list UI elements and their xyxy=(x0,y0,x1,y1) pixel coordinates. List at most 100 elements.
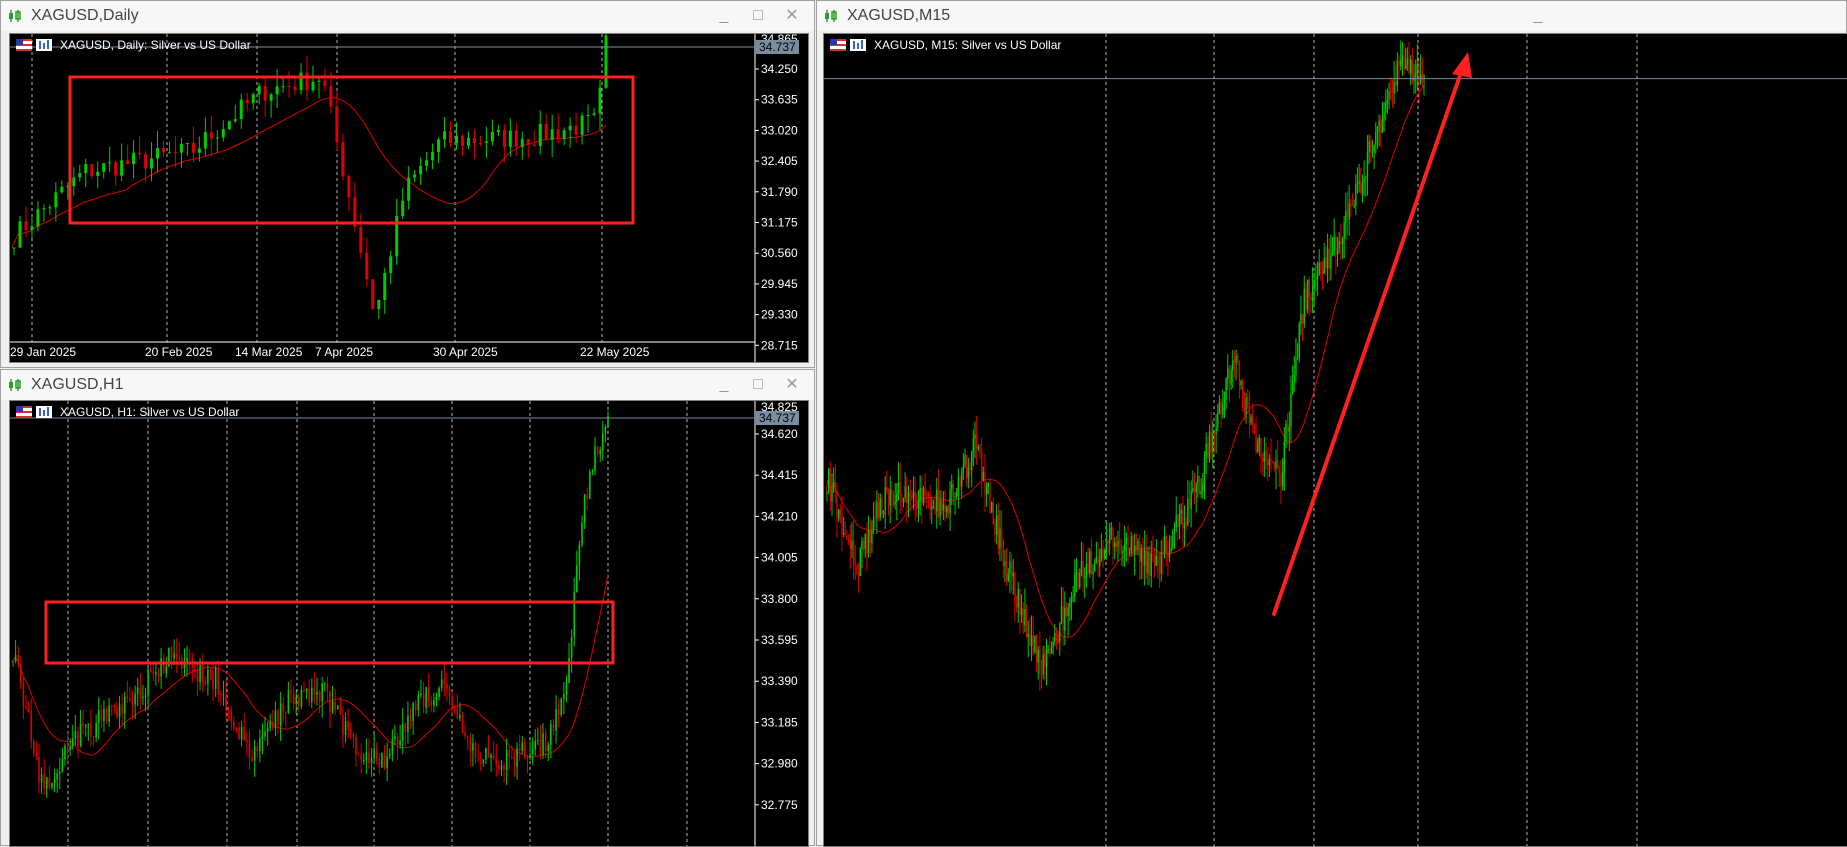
candle-body xyxy=(204,681,207,685)
candle-body xyxy=(1004,561,1006,566)
candle-body xyxy=(197,148,201,153)
m15-chart-canvas[interactable] xyxy=(824,34,1847,846)
candle-body xyxy=(877,501,880,518)
candle-body xyxy=(529,754,531,758)
price-tick-label: 34.620 xyxy=(761,427,798,441)
candle-body xyxy=(246,740,248,742)
candle-body xyxy=(1150,553,1152,576)
maximize-icon[interactable]: □ xyxy=(747,375,769,395)
candle-body xyxy=(594,446,596,471)
candle-body xyxy=(132,152,136,165)
close-icon[interactable]: ✕ xyxy=(781,6,803,26)
candle-body xyxy=(96,171,100,176)
candle-body xyxy=(305,688,308,691)
candle-body xyxy=(316,691,318,695)
candle-body xyxy=(464,733,466,737)
h1-window[interactable]: XAGUSD,H1 _ □ ✕ XAGUSD, H1: Silver vs US… xyxy=(0,369,815,847)
candlestick-icon xyxy=(9,379,21,391)
candle-body xyxy=(460,135,464,146)
candle-body xyxy=(1275,460,1277,469)
candle-body xyxy=(431,152,435,161)
candle-body xyxy=(951,483,953,489)
m15-chart[interactable]: XAGUSD, M15: Silver vs US Dollar xyxy=(823,33,1847,847)
candle-body xyxy=(1012,572,1014,577)
candle-body xyxy=(311,81,315,91)
daily-chart[interactable]: XAGUSD, Daily: Silver vs US Dollar 34.25… xyxy=(9,33,809,363)
candle-body xyxy=(105,708,108,722)
candle-body xyxy=(90,164,94,176)
candle-body xyxy=(25,705,27,709)
daily-titlebar[interactable]: XAGUSD,Daily _ □ ✕ xyxy=(1,1,814,31)
candle-body xyxy=(212,670,214,690)
daily-chart-label: XAGUSD, Daily: Silver vs US Dollar xyxy=(60,38,251,52)
flag-icon xyxy=(16,406,32,418)
h1-chart-canvas[interactable]: 34.620 34.415 34.210 34.005 33.800 33.595 33.3… xyxy=(10,401,808,846)
candle-body xyxy=(1266,461,1269,466)
daily-window[interactable]: XAGUSD,Daily _ □ ✕ XAGUSD, Daily: Silver… xyxy=(0,0,815,368)
h1-chart[interactable]: XAGUSD, H1: Silver vs US Dollar 34.620 34… xyxy=(9,400,809,847)
candle-body xyxy=(1403,55,1405,70)
minimize-icon[interactable]: _ xyxy=(713,375,735,395)
candle-body xyxy=(120,160,124,176)
candle-body xyxy=(167,152,171,154)
candle-body xyxy=(1290,394,1292,428)
candle-body xyxy=(42,208,46,210)
candle-body xyxy=(51,783,53,788)
candle-body xyxy=(508,130,512,147)
candle-body xyxy=(1195,482,1197,493)
candle-body xyxy=(1261,458,1264,462)
candle-body xyxy=(401,200,405,216)
candle-body xyxy=(826,491,828,493)
minimize-icon[interactable]: _ xyxy=(1527,6,1549,26)
candle-body xyxy=(904,486,906,498)
candle-body xyxy=(959,477,961,487)
candle-body xyxy=(871,530,873,544)
candle-body xyxy=(38,756,40,783)
candle-body xyxy=(1148,551,1151,576)
candle-body xyxy=(449,131,453,144)
candle-body xyxy=(492,755,495,760)
candle-body xyxy=(54,192,58,208)
candle-body xyxy=(194,668,196,671)
candle-body xyxy=(1125,538,1128,545)
candle-body xyxy=(472,137,476,143)
candle-body xyxy=(862,540,865,549)
candle-body xyxy=(856,565,858,573)
candle-body xyxy=(1310,297,1312,300)
minimize-icon[interactable]: _ xyxy=(713,6,735,26)
candle-body xyxy=(1371,151,1374,153)
candle-body xyxy=(969,467,971,471)
candle-body xyxy=(240,726,243,740)
candle-body xyxy=(957,477,960,493)
candle-body xyxy=(317,80,321,82)
candle-body xyxy=(1090,551,1093,575)
candle-body xyxy=(1077,572,1079,588)
maximize-icon[interactable]: □ xyxy=(747,6,769,26)
candle-body xyxy=(1102,548,1104,559)
candle-body xyxy=(256,746,259,752)
candle-body xyxy=(992,502,994,525)
m15-window[interactable]: XAGUSD,M15 _ XAGUSD, M15: Silver vs US D… xyxy=(816,0,1847,847)
candle-body xyxy=(407,177,411,201)
candle-body xyxy=(1263,450,1266,462)
h1-titlebar[interactable]: XAGUSD,H1 _ □ ✕ xyxy=(1,370,814,400)
daily-chart-canvas[interactable]: 34.250 33.635 33.020 32.405 31.790 31.175 30.5… xyxy=(10,34,808,362)
close-icon[interactable]: ✕ xyxy=(781,375,803,395)
date-tick-label: 29 Jan 2025 xyxy=(10,345,76,359)
candle-body xyxy=(14,655,17,662)
candle-body xyxy=(1074,573,1076,597)
candle-body xyxy=(138,152,142,155)
m15-titlebar[interactable]: XAGUSD,M15 _ xyxy=(817,1,1846,31)
candle-body xyxy=(485,747,487,760)
candle-body xyxy=(1250,416,1252,424)
candle-body xyxy=(336,705,339,710)
candle-body xyxy=(1147,551,1149,574)
candle-body xyxy=(937,489,940,517)
candle-body xyxy=(1212,433,1214,453)
candle-body xyxy=(1348,203,1350,220)
candle-body xyxy=(1017,589,1019,608)
candle-body xyxy=(531,749,534,755)
candle-body xyxy=(290,690,292,694)
candle-body xyxy=(846,534,848,540)
candle-body xyxy=(1113,542,1116,547)
